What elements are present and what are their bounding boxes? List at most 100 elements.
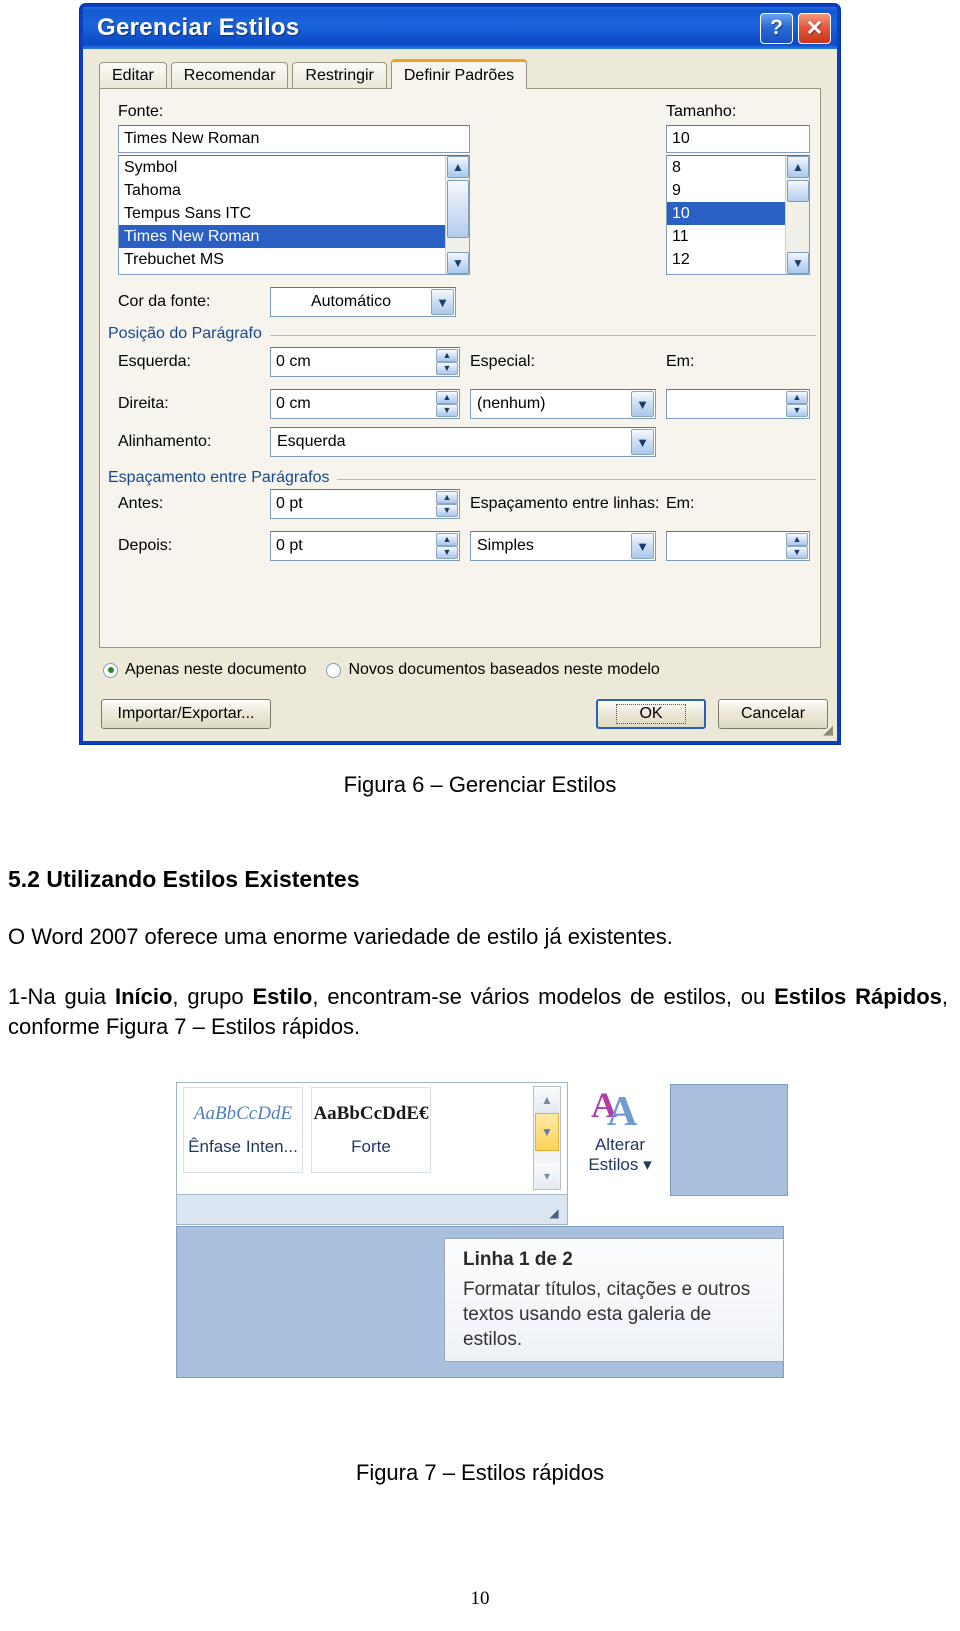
tab-editar[interactable]: Editar xyxy=(99,62,167,89)
alignment-label: Alinhamento: xyxy=(118,433,212,450)
style-card-enfase-intensa[interactable]: AaBbCcDdE Ênfase Inten... xyxy=(183,1087,303,1173)
spin-down-icon[interactable]: ▼ xyxy=(786,404,808,417)
alignment-combobox[interactable]: Esquerda ▼ xyxy=(270,427,656,457)
change-styles-label-line2: Estilos xyxy=(588,1155,639,1175)
dialog-launcher-icon[interactable]: ◢ xyxy=(547,1206,561,1220)
chevron-down-icon[interactable]: ▼ xyxy=(631,429,654,455)
space-after-spinner[interactable]: 0 pt ▲ ▼ xyxy=(270,531,460,561)
special-by-label: Em: xyxy=(666,353,695,370)
font-list-item[interactable]: Tahoma xyxy=(119,179,469,202)
font-list-item[interactable]: Symbol xyxy=(119,156,469,179)
font-list-item[interactable]: Trebuchet MS xyxy=(119,248,469,271)
font-color-value: Automático xyxy=(310,293,392,310)
radio-apenas-neste-documento[interactable]: Apenas neste documento xyxy=(103,661,306,679)
cancel-button[interactable]: Cancelar xyxy=(718,699,828,729)
font-list-scrollbar[interactable]: ▲ ▼ xyxy=(445,156,469,274)
ok-button[interactable]: OK xyxy=(596,699,706,729)
spin-down-icon[interactable]: ▼ xyxy=(436,362,458,375)
resize-grip-icon[interactable]: ◢ xyxy=(823,722,833,738)
help-icon[interactable]: ? xyxy=(760,12,793,44)
special-value: (nenhum) xyxy=(477,395,546,412)
radio-apenas-neste-documento-label: Apenas neste documento xyxy=(125,661,307,678)
change-styles-button[interactable]: AA Alterar Estilos ▾ xyxy=(574,1084,666,1192)
scrollbar-thumb[interactable] xyxy=(787,180,809,202)
chevron-down-icon[interactable]: ▼ xyxy=(631,391,654,417)
spinner-buttons[interactable]: ▲ ▼ xyxy=(436,491,458,517)
spin-down-icon[interactable]: ▼ xyxy=(436,404,458,417)
gerenciar-estilos-dialog: Gerenciar Estilos ? ✕ Editar Recomendar … xyxy=(80,4,840,744)
font-color-combobox[interactable]: Automático ▼ xyxy=(270,287,456,317)
tab-restringir[interactable]: Restringir xyxy=(292,62,387,89)
size-listbox[interactable]: 8 9 10 11 12 ▲ ▼ xyxy=(666,155,810,275)
special-by-spinner[interactable]: ▲ ▼ xyxy=(666,389,810,419)
style-card-forte[interactable]: AaBbCcDdE€ Forte xyxy=(311,1087,431,1173)
spin-up-icon[interactable]: ▲ xyxy=(786,533,808,546)
font-input[interactable]: Times New Roman xyxy=(118,125,470,153)
font-list-item[interactable]: Tempus Sans ITC xyxy=(119,202,469,225)
scroll-up-icon[interactable]: ▲ xyxy=(447,156,469,178)
tab-definir-padroes-label: Definir Padrões xyxy=(403,66,515,84)
ok-label: OK xyxy=(616,704,686,724)
spin-down-icon[interactable]: ▼ xyxy=(436,546,458,559)
special-combobox[interactable]: (nenhum) ▼ xyxy=(470,389,656,419)
style-preview: AaBbCcDdE€ xyxy=(313,1102,429,1124)
size-label: Tamanho: xyxy=(666,103,737,120)
spin-up-icon[interactable]: ▲ xyxy=(436,349,458,362)
figure7-image: AaBbCcDdE Ênfase Inten... AaBbCcDdE€ For… xyxy=(176,1082,788,1378)
tab-recomendar[interactable]: Recomendar xyxy=(170,62,289,89)
chevron-down-icon[interactable]: ▼ xyxy=(431,289,454,315)
radio-unselected-icon xyxy=(326,662,342,678)
chevron-down-icon[interactable]: ▾ xyxy=(643,1155,652,1174)
font-list-item-selected[interactable]: Times New Roman xyxy=(119,225,469,248)
indent-right-value: 0 cm xyxy=(276,395,311,412)
radio-novos-documentos[interactable]: Novos documentos baseados neste modelo xyxy=(326,661,660,679)
spinner-buttons[interactable]: ▲ ▼ xyxy=(436,391,458,417)
scrollbar-thumb[interactable] xyxy=(447,180,469,238)
scroll-down-icon[interactable]: ▼ xyxy=(447,252,469,274)
indent-right-spinner[interactable]: 0 cm ▲ ▼ xyxy=(270,389,460,419)
spin-up-icon[interactable]: ▲ xyxy=(436,491,458,504)
space-before-value: 0 pt xyxy=(276,495,303,512)
size-list-scrollbar[interactable]: ▲ ▼ xyxy=(785,156,809,274)
gallery-scroll-down-highlight-icon[interactable]: ▼ xyxy=(535,1113,559,1151)
tab-definir-padroes[interactable]: Definir Padrões xyxy=(390,59,528,89)
line-spacing-label: Espaçamento entre linhas: xyxy=(470,495,660,512)
font-color-label: Cor da fonte: xyxy=(118,293,211,310)
space-before-label: Antes: xyxy=(118,495,164,512)
paragraph-2: 1-Na guia Início, grupo Estilo, encontra… xyxy=(8,982,948,1041)
space-before-spinner[interactable]: 0 pt ▲ ▼ xyxy=(270,489,460,519)
titlebar-buttons: ? ✕ xyxy=(760,12,831,44)
paragraph-2-mid1: , grupo xyxy=(172,984,253,1009)
spin-up-icon[interactable]: ▲ xyxy=(786,391,808,404)
spinner-buttons[interactable]: ▲ ▼ xyxy=(786,391,808,417)
spin-up-icon[interactable]: ▲ xyxy=(436,533,458,546)
line-spacing-at-label: Em: xyxy=(666,495,695,512)
line-spacing-combobox[interactable]: Simples ▼ xyxy=(470,531,656,561)
spin-up-icon[interactable]: ▲ xyxy=(436,391,458,404)
gallery-scroll-up-icon[interactable]: ▲ xyxy=(535,1087,559,1113)
gallery-scrollbar[interactable]: ▲ ▼ ▾ xyxy=(533,1086,561,1190)
section-heading: 5.2 Utilizando Estilos Existentes xyxy=(8,866,360,892)
gallery-more-icon[interactable]: ▾ xyxy=(535,1163,559,1189)
ribbon-blue-panel-right xyxy=(670,1084,788,1196)
definir-padroes-panel: Fonte: Times New Roman Symbol Tahoma Tem… xyxy=(99,88,821,648)
dialog-titlebar: Gerenciar Estilos ? ✕ xyxy=(83,7,837,49)
font-label: Fonte: xyxy=(118,103,164,120)
scroll-up-icon[interactable]: ▲ xyxy=(787,156,809,178)
chevron-down-icon[interactable]: ▼ xyxy=(631,533,654,559)
spinner-buttons[interactable]: ▲ ▼ xyxy=(436,349,458,375)
spinner-buttons[interactable]: ▲ ▼ xyxy=(436,533,458,559)
space-after-label: Depois: xyxy=(118,537,173,554)
spin-down-icon[interactable]: ▼ xyxy=(786,546,808,559)
indent-left-spinner[interactable]: 0 cm ▲ ▼ xyxy=(270,347,460,377)
font-listbox[interactable]: Symbol Tahoma Tempus Sans ITC Times New … xyxy=(118,155,470,275)
size-input[interactable]: 10 xyxy=(666,125,810,153)
line-spacing-at-spinner[interactable]: ▲ ▼ xyxy=(666,531,810,561)
spinner-buttons[interactable]: ▲ ▼ xyxy=(786,533,808,559)
paragraph-1: O Word 2007 oferece uma enorme variedade… xyxy=(8,924,673,949)
indent-left-label: Esquerda: xyxy=(118,353,191,370)
close-icon[interactable]: ✕ xyxy=(798,12,831,44)
import-export-button[interactable]: Importar/Exportar... xyxy=(101,699,271,729)
spin-down-icon[interactable]: ▼ xyxy=(436,504,458,517)
scroll-down-icon[interactable]: ▼ xyxy=(787,252,809,274)
